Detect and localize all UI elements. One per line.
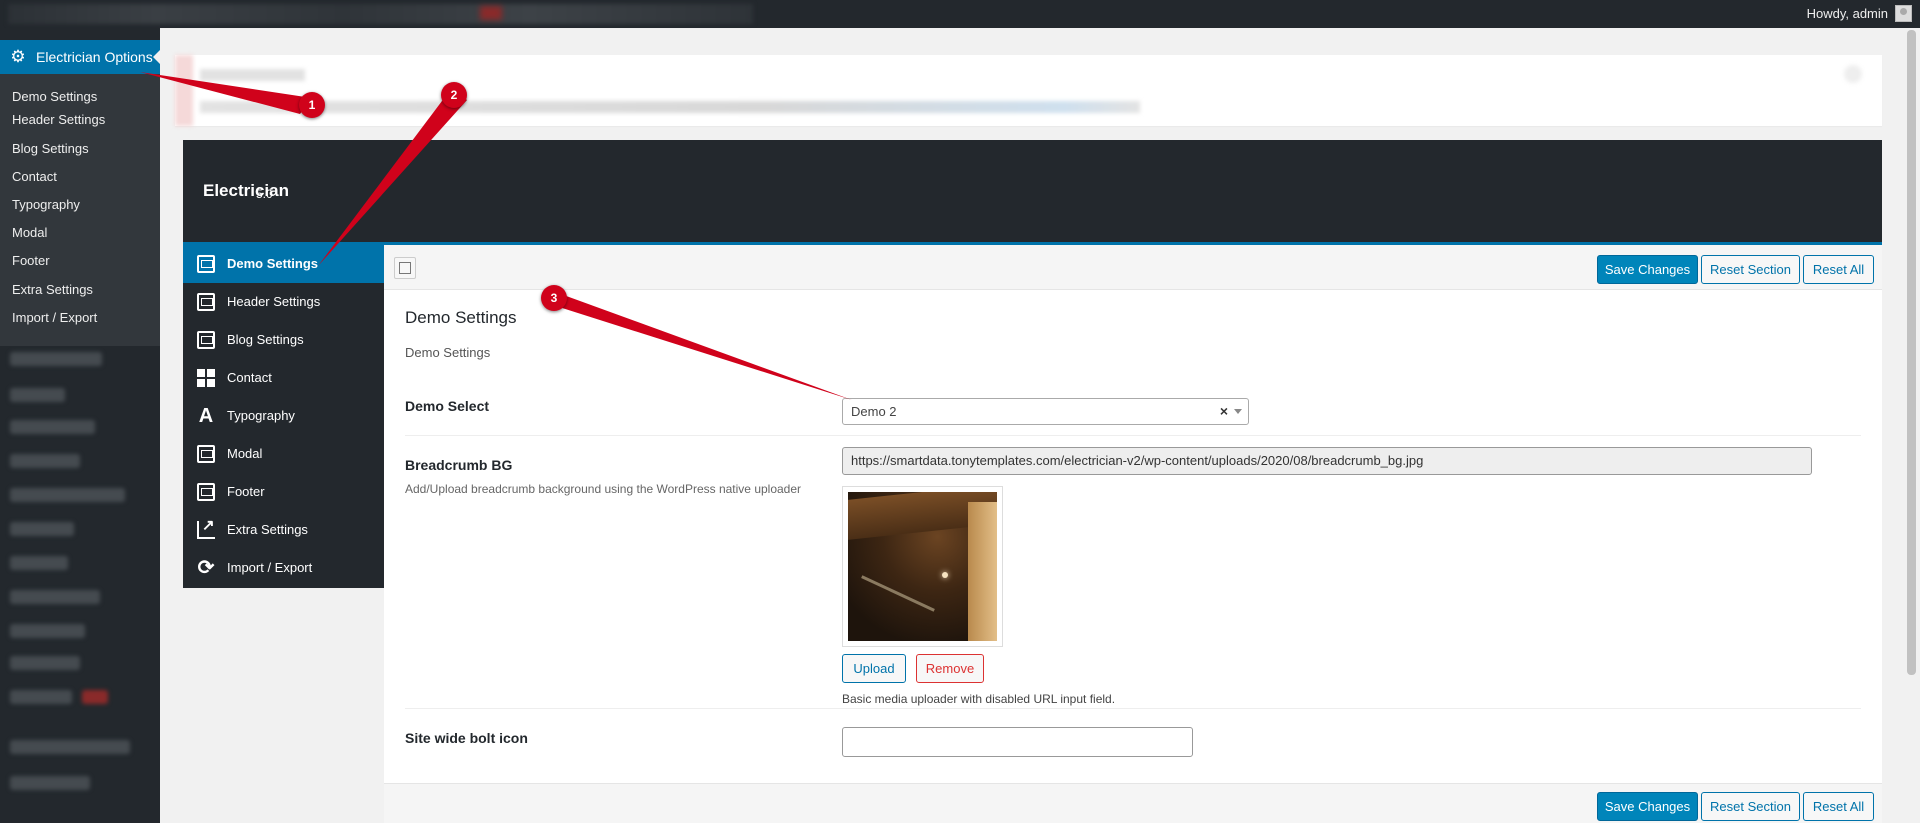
breadcrumb-bg-label: Breadcrumb BG	[405, 457, 513, 473]
nav-modal[interactable]: Modal	[183, 435, 384, 473]
nav-label: Header Settings	[227, 294, 321, 309]
nav-demo-settings[interactable]: Demo Settings	[183, 245, 384, 283]
submenu-item-demo-settings[interactable]: Demo Settings	[12, 89, 97, 104]
bolt-icon-label: Site wide bolt icon	[405, 730, 528, 746]
admin-notice-blurred	[175, 55, 1882, 126]
submenu-item-typography[interactable]: Typography	[12, 197, 80, 212]
section-title: Demo Settings	[405, 308, 517, 327]
preview-image	[848, 492, 997, 641]
nav-label: Blog Settings	[227, 332, 304, 347]
annotation-badge-2: 2	[441, 82, 467, 108]
chevron-down-icon[interactable]	[1234, 409, 1242, 414]
submenu-item-blog-settings[interactable]: Blog Settings	[12, 141, 89, 156]
clear-icon[interactable]: ×	[1220, 399, 1228, 424]
submenu-item-contact[interactable]: Contact	[12, 169, 57, 184]
options-nav: Demo Settings Header Settings Blog Setti…	[183, 245, 384, 588]
submenu-item-extra-settings[interactable]: Extra Settings	[12, 282, 93, 297]
bolt-icon-input[interactable]	[842, 727, 1193, 757]
nav-label: Modal	[227, 446, 263, 461]
nav-label: Contact	[227, 370, 272, 385]
options-toolbar: Save Changes Reset Section Reset All	[384, 245, 1882, 290]
save-changes-button[interactable]: Save Changes	[1597, 792, 1698, 821]
breadcrumb-bg-url-field: https://smartdata.tonytemplates.com/elec…	[842, 447, 1812, 475]
reset-all-button[interactable]: Reset All	[1803, 255, 1874, 284]
options-panel-header: Electrician 5.0	[183, 140, 1882, 245]
annotation-badge-3: 3	[541, 285, 567, 311]
upload-button[interactable]: Upload	[842, 654, 906, 683]
breadcrumb-bg-preview	[842, 486, 1003, 647]
panel-icon	[197, 331, 215, 349]
save-changes-button[interactable]: Save Changes	[1597, 255, 1698, 284]
scrollbar[interactable]	[1903, 28, 1920, 823]
submenu-item-import-export[interactable]: Import / Export	[12, 310, 97, 325]
nav-label: Import / Export	[227, 560, 313, 575]
remove-button[interactable]: Remove	[916, 654, 984, 683]
annotation-badge-1: 1	[299, 92, 325, 118]
nav-blog-settings[interactable]: Blog Settings	[183, 321, 384, 359]
avatar[interactable]	[1895, 5, 1912, 22]
demo-select-label: Demo Select	[405, 398, 490, 414]
panel-icon	[197, 483, 215, 501]
nav-typography[interactable]: A Typography	[183, 397, 384, 435]
breadcrumb-bg-description: Add/Upload breadcrumb background using t…	[405, 482, 802, 496]
panel-icon	[197, 255, 215, 273]
grid-icon	[197, 369, 215, 387]
demo-select[interactable]: Demo 2 ×	[842, 398, 1249, 425]
panel-title: Electrician	[203, 181, 289, 200]
reset-section-button[interactable]: Reset Section	[1701, 792, 1800, 821]
nav-label: Extra Settings	[227, 522, 308, 537]
reset-section-button[interactable]: Reset Section	[1701, 255, 1800, 284]
panel-icon	[197, 445, 215, 463]
nav-extra-settings[interactable]: Extra Settings	[183, 511, 384, 549]
nav-import-export[interactable]: ⟳ Import / Export	[183, 549, 384, 587]
font-icon: A	[198, 405, 214, 427]
gear-icon: ⚙	[10, 47, 26, 66]
submenu: Demo Settings Header Settings Blog Setti…	[0, 74, 160, 346]
nav-label: Typography	[227, 408, 295, 423]
panel-icon	[197, 293, 215, 311]
section-description: Demo Settings	[405, 345, 491, 360]
submenu-item-header-settings[interactable]: Header Settings	[12, 112, 105, 127]
expand-options-button[interactable]	[394, 257, 416, 279]
admin-bar: Howdy, admin	[0, 0, 1920, 28]
blurred-menu-items	[0, 346, 160, 823]
reset-all-button[interactable]: Reset All	[1803, 792, 1874, 821]
nav-footer[interactable]: Footer	[183, 473, 384, 511]
nav-contact[interactable]: Contact	[183, 359, 384, 397]
field-divider	[405, 708, 1861, 709]
nav-label: Demo Settings	[227, 256, 319, 271]
field-divider	[405, 435, 1861, 436]
panel-version: 5.0	[256, 187, 273, 201]
external-icon	[197, 516, 215, 539]
admin-bar-blurred-items	[8, 4, 753, 24]
user-greeting[interactable]: Howdy, admin	[1807, 0, 1888, 28]
demo-select-value: Demo 2	[851, 404, 897, 419]
admin-menu: ⚙ Electrician Options Demo Settings Head…	[0, 28, 160, 823]
menu-item-label: Electrician Options	[36, 49, 153, 65]
options-footer: Save Changes Reset Section Reset All	[384, 783, 1882, 823]
sync-icon: ⟳	[197, 557, 215, 579]
submenu-item-footer[interactable]: Footer	[12, 253, 50, 268]
nav-header-settings[interactable]: Header Settings	[183, 283, 384, 321]
menu-item-electrician-options[interactable]: ⚙ Electrician Options	[0, 40, 160, 74]
current-menu-arrow	[153, 50, 160, 64]
submenu-item-modal[interactable]: Modal	[12, 225, 47, 240]
nav-label: Footer	[227, 484, 265, 499]
uploader-hint: Basic media uploader with disabled URL i…	[842, 692, 1116, 706]
